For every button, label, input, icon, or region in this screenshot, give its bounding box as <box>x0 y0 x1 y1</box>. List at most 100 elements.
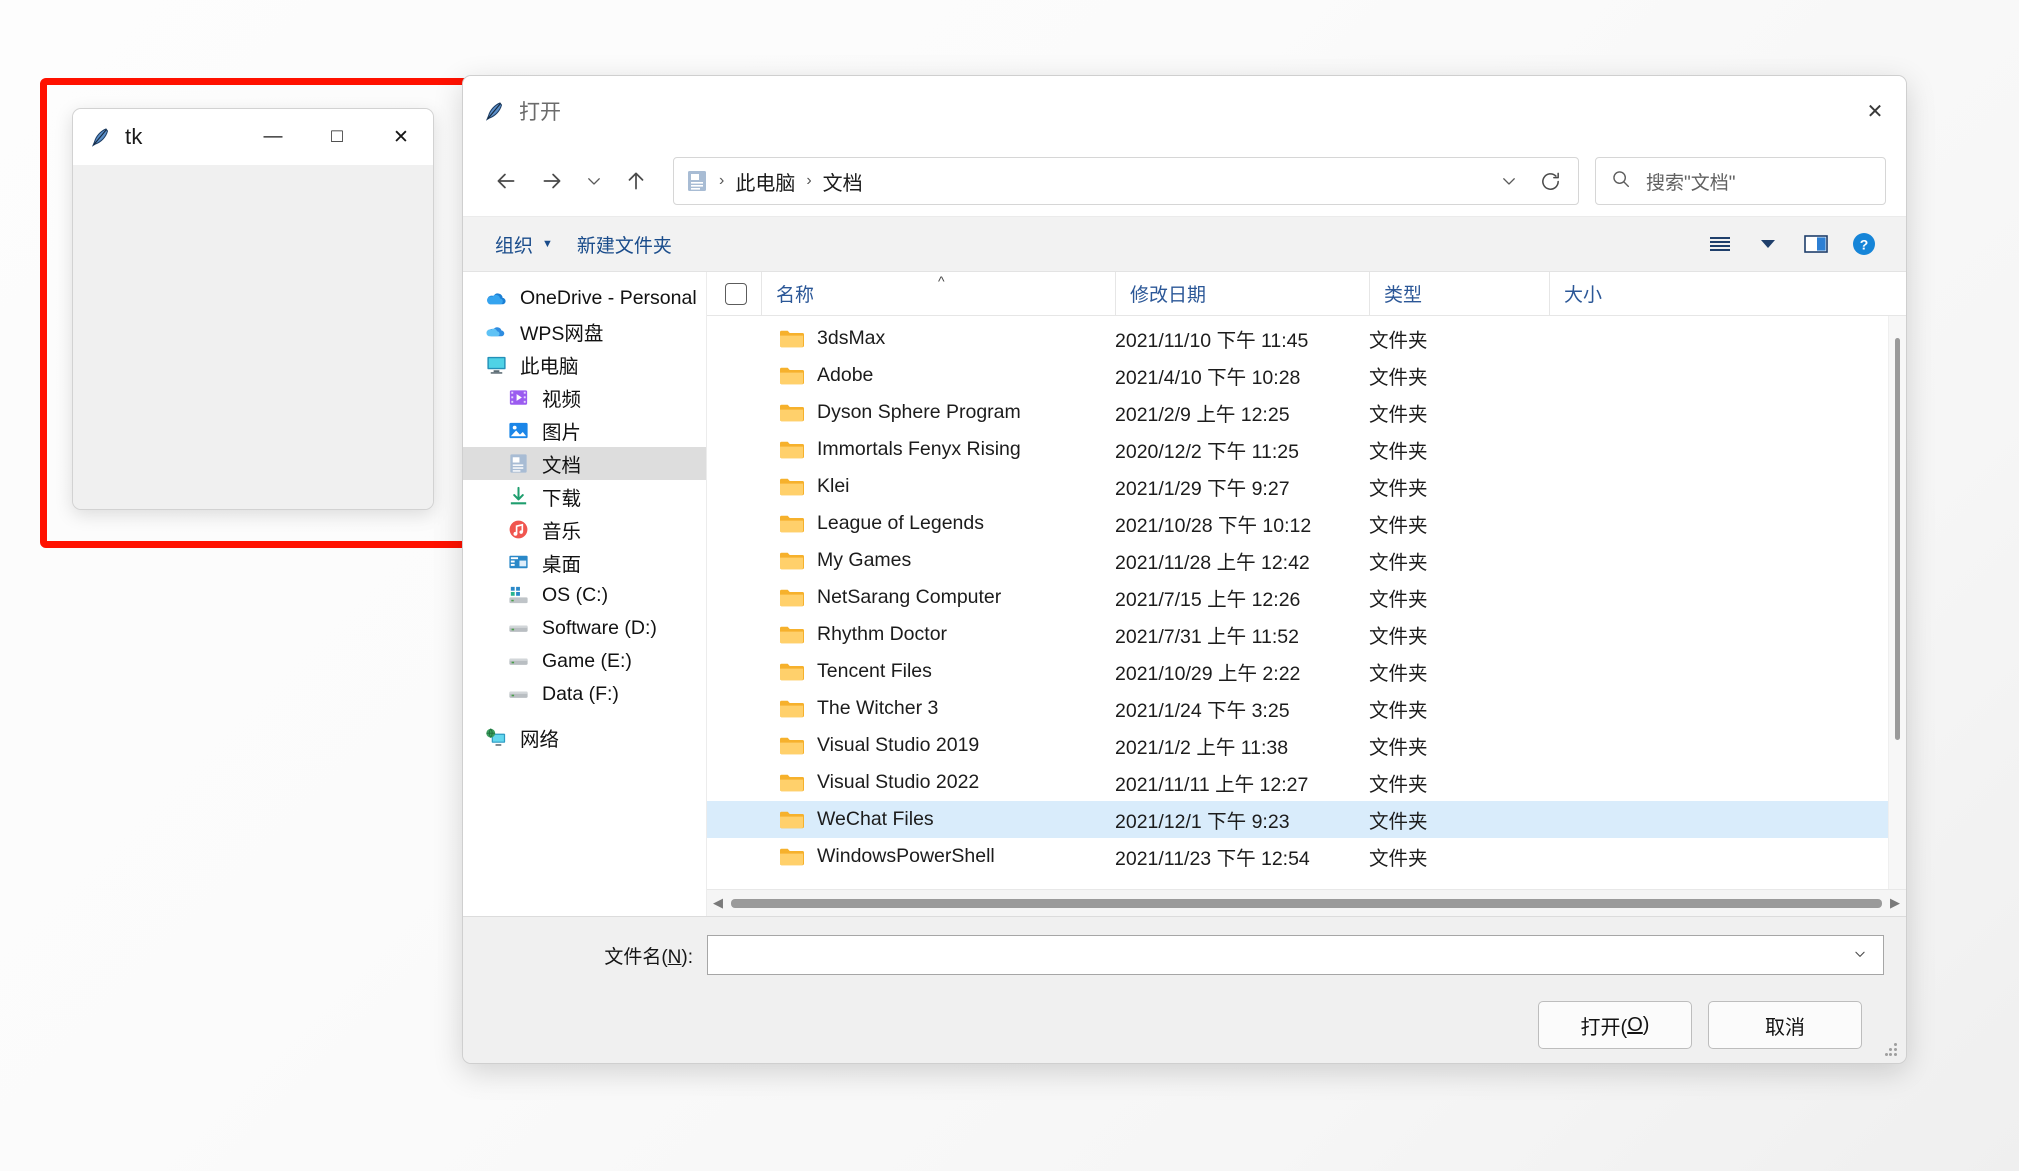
tk-minimize-button[interactable]: — <box>241 109 305 165</box>
column-header-date[interactable]: 修改日期 <box>1115 272 1369 315</box>
file-date: 2021/2/9 上午 12:25 <box>1115 404 1290 426</box>
file-list-pane: 名称 ^ 修改日期 类型 大小 3dsMax 2021/11/10 下午 11:4… <box>707 272 1906 916</box>
filename-label: 文件名(N): <box>604 946 693 968</box>
table-row[interactable]: Rhythm Doctor 2021/7/31 上午 11:52 文件夹 <box>707 616 1888 653</box>
sidebar-item-图片[interactable]: 图片 <box>463 414 706 447</box>
file-type: 文件夹 <box>1369 589 1428 611</box>
dialog-titlebar[interactable]: 打开 ✕ <box>463 76 1906 146</box>
scroll-left-arrow-icon[interactable]: ◀ <box>707 895 729 911</box>
file-type: 文件夹 <box>1369 404 1428 426</box>
file-date: 2021/10/28 下午 10:12 <box>1115 515 1312 537</box>
sidebar-item-音乐[interactable]: 音乐 <box>463 513 706 546</box>
table-row[interactable]: Visual Studio 2022 2021/11/11 上午 12:27 文件夹 <box>707 764 1888 801</box>
sidebar-item-label: 桌面 <box>542 554 582 576</box>
refresh-icon[interactable] <box>1528 161 1572 201</box>
table-row[interactable]: Klei 2021/1/29 下午 9:27 文件夹 <box>707 468 1888 505</box>
sidebar-item-OneDrive - Personal[interactable]: OneDrive - Personal <box>463 282 706 315</box>
sidebar-item-Software (D:)[interactable]: Software (D:) <box>463 612 706 645</box>
file-date: 2021/12/1 下午 9:23 <box>1115 811 1290 833</box>
forward-button[interactable] <box>529 158 575 204</box>
view-options-chevron-down-icon[interactable] <box>1746 224 1790 264</box>
back-button[interactable] <box>483 158 529 204</box>
sort-ascending-icon: ^ <box>938 273 945 289</box>
table-row[interactable]: 3dsMax 2021/11/10 下午 11:45 文件夹 <box>707 320 1888 357</box>
column-header-name-label: 名称 <box>776 285 815 306</box>
recent-locations-chevron-down-icon[interactable] <box>575 158 613 204</box>
up-button[interactable] <box>613 158 659 204</box>
table-row[interactable]: WindowsPowerShell 2021/11/23 下午 12:54 文件夹 <box>707 838 1888 875</box>
folder-icon <box>779 810 804 830</box>
breadcrumb-item-documents[interactable]: 文档 <box>823 167 863 196</box>
filename-input[interactable] <box>707 935 1884 975</box>
tk-window-body <box>73 165 433 509</box>
view-list-icon[interactable] <box>1698 224 1742 264</box>
horizontal-scrollbar[interactable]: ◀ ▶ <box>707 889 1906 916</box>
sidebar-item-文档[interactable]: 文档 <box>463 447 706 480</box>
organize-button[interactable]: 组织 ▼ <box>483 225 565 264</box>
tk-titlebar[interactable]: tk — □ ✕ <box>73 109 433 165</box>
close-icon[interactable]: ✕ <box>1844 76 1906 146</box>
table-row[interactable]: WeChat Files 2021/12/1 下午 9:23 文件夹 <box>707 801 1888 838</box>
file-date: 2021/4/10 下午 10:28 <box>1115 367 1301 389</box>
breadcrumb-item-this-pc[interactable]: 此电脑 <box>735 167 795 196</box>
column-header-size[interactable]: 大小 <box>1549 272 1709 315</box>
dialog-footer: 文件名(N): 打开(O) 取消 <box>463 916 1906 1063</box>
filename-chevron-down-icon[interactable] <box>1845 947 1875 964</box>
table-row[interactable]: My Games 2021/11/28 上午 12:42 文件夹 <box>707 542 1888 579</box>
sidebar-item-桌面[interactable]: 桌面 <box>463 546 706 579</box>
file-name-cell: My Games <box>707 549 1115 572</box>
cancel-button[interactable]: 取消 <box>1708 1001 1862 1049</box>
sidebar-item-OS (C:)[interactable]: OS (C:) <box>463 579 706 612</box>
file-name-cell: Klei <box>707 475 1115 498</box>
table-row[interactable]: The Witcher 3 2021/1/24 下午 3:25 文件夹 <box>707 690 1888 727</box>
file-type: 文件夹 <box>1369 330 1428 352</box>
help-icon[interactable]: ? <box>1842 224 1886 264</box>
table-row[interactable]: Adobe 2021/4/10 下午 10:28 文件夹 <box>707 357 1888 394</box>
horizontal-scrollbar-thumb[interactable] <box>731 898 1882 908</box>
table-row[interactable]: Immortals Fenyx Rising 2020/12/2 下午 11:25… <box>707 431 1888 468</box>
sidebar-item-视频[interactable]: 视频 <box>463 381 706 414</box>
scroll-right-arrow-icon[interactable]: ▶ <box>1884 895 1906 911</box>
file-type: 文件夹 <box>1369 626 1428 648</box>
file-date: 2021/11/11 上午 12:27 <box>1115 774 1309 796</box>
column-header-type[interactable]: 类型 <box>1369 272 1549 315</box>
search-input[interactable]: 搜索"文档" <box>1595 157 1886 205</box>
new-folder-button[interactable]: 新建文件夹 <box>565 225 684 264</box>
table-row[interactable]: League of Legends 2021/10/28 下午 10:12 文件夹 <box>707 505 1888 542</box>
table-row[interactable]: Tencent Files 2021/10/29 上午 2:22 文件夹 <box>707 653 1888 690</box>
table-row[interactable]: Dyson Sphere Program 2021/2/9 上午 12:25 文件夹 <box>707 394 1888 431</box>
sidebar-item-此电脑[interactable]: 此电脑 <box>463 348 706 381</box>
file-name-cell: Visual Studio 2019 <box>707 734 1115 757</box>
file-date: 2021/1/24 下午 3:25 <box>1115 700 1290 722</box>
address-history-chevron-down-icon[interactable] <box>1490 161 1528 201</box>
dialog-main-area: OneDrive - Personal WPS网盘 此电脑 视频 图片 文档 下载 音乐桌面 O… <box>463 272 1906 916</box>
address-bar-actions <box>1490 161 1572 201</box>
sidebar-item-Data (F:)[interactable]: Data (F:) <box>463 678 706 711</box>
table-row[interactable]: Visual Studio 2019 2021/1/2 上午 11:38 文件夹 <box>707 727 1888 764</box>
feather-icon <box>483 100 505 122</box>
folder-icon <box>779 588 804 608</box>
sidebar-item-Game (E:)[interactable]: Game (E:) <box>463 645 706 678</box>
file-name-cell: Immortals Fenyx Rising <box>707 438 1115 461</box>
file-date: 2021/11/10 下午 11:45 <box>1115 330 1309 352</box>
file-type: 文件夹 <box>1369 848 1428 870</box>
select-all-checkbox[interactable] <box>707 272 761 315</box>
open-button[interactable]: 打开(O) <box>1538 1001 1692 1049</box>
preview-pane-icon[interactable] <box>1794 224 1838 264</box>
address-bar[interactable]: › 此电脑 › 文档 <box>673 157 1579 205</box>
navigation-bar: › 此电脑 › 文档 搜索"文档" <box>463 146 1906 217</box>
resize-grip[interactable] <box>1885 1043 1899 1057</box>
file-name: My Games <box>817 549 912 571</box>
sidebar-item-label: Game (E:) <box>542 650 632 672</box>
folder-icon <box>779 366 804 386</box>
vertical-scrollbar-thumb[interactable] <box>1895 338 1900 740</box>
tk-maximize-button[interactable]: □ <box>305 109 369 165</box>
sidebar-item-网络[interactable]: 网络 <box>463 721 706 754</box>
tk-close-button[interactable]: ✕ <box>369 109 433 165</box>
table-row[interactable]: NetSarang Computer 2021/7/15 上午 12:26 文件夹 <box>707 579 1888 616</box>
sidebar-item-下载[interactable]: 下载 <box>463 480 706 513</box>
network-icon <box>485 726 508 749</box>
vertical-scrollbar[interactable] <box>1888 316 1906 889</box>
sidebar-item-WPS网盘[interactable]: WPS网盘 <box>463 315 706 348</box>
column-header-name[interactable]: 名称 ^ <box>761 272 1115 315</box>
